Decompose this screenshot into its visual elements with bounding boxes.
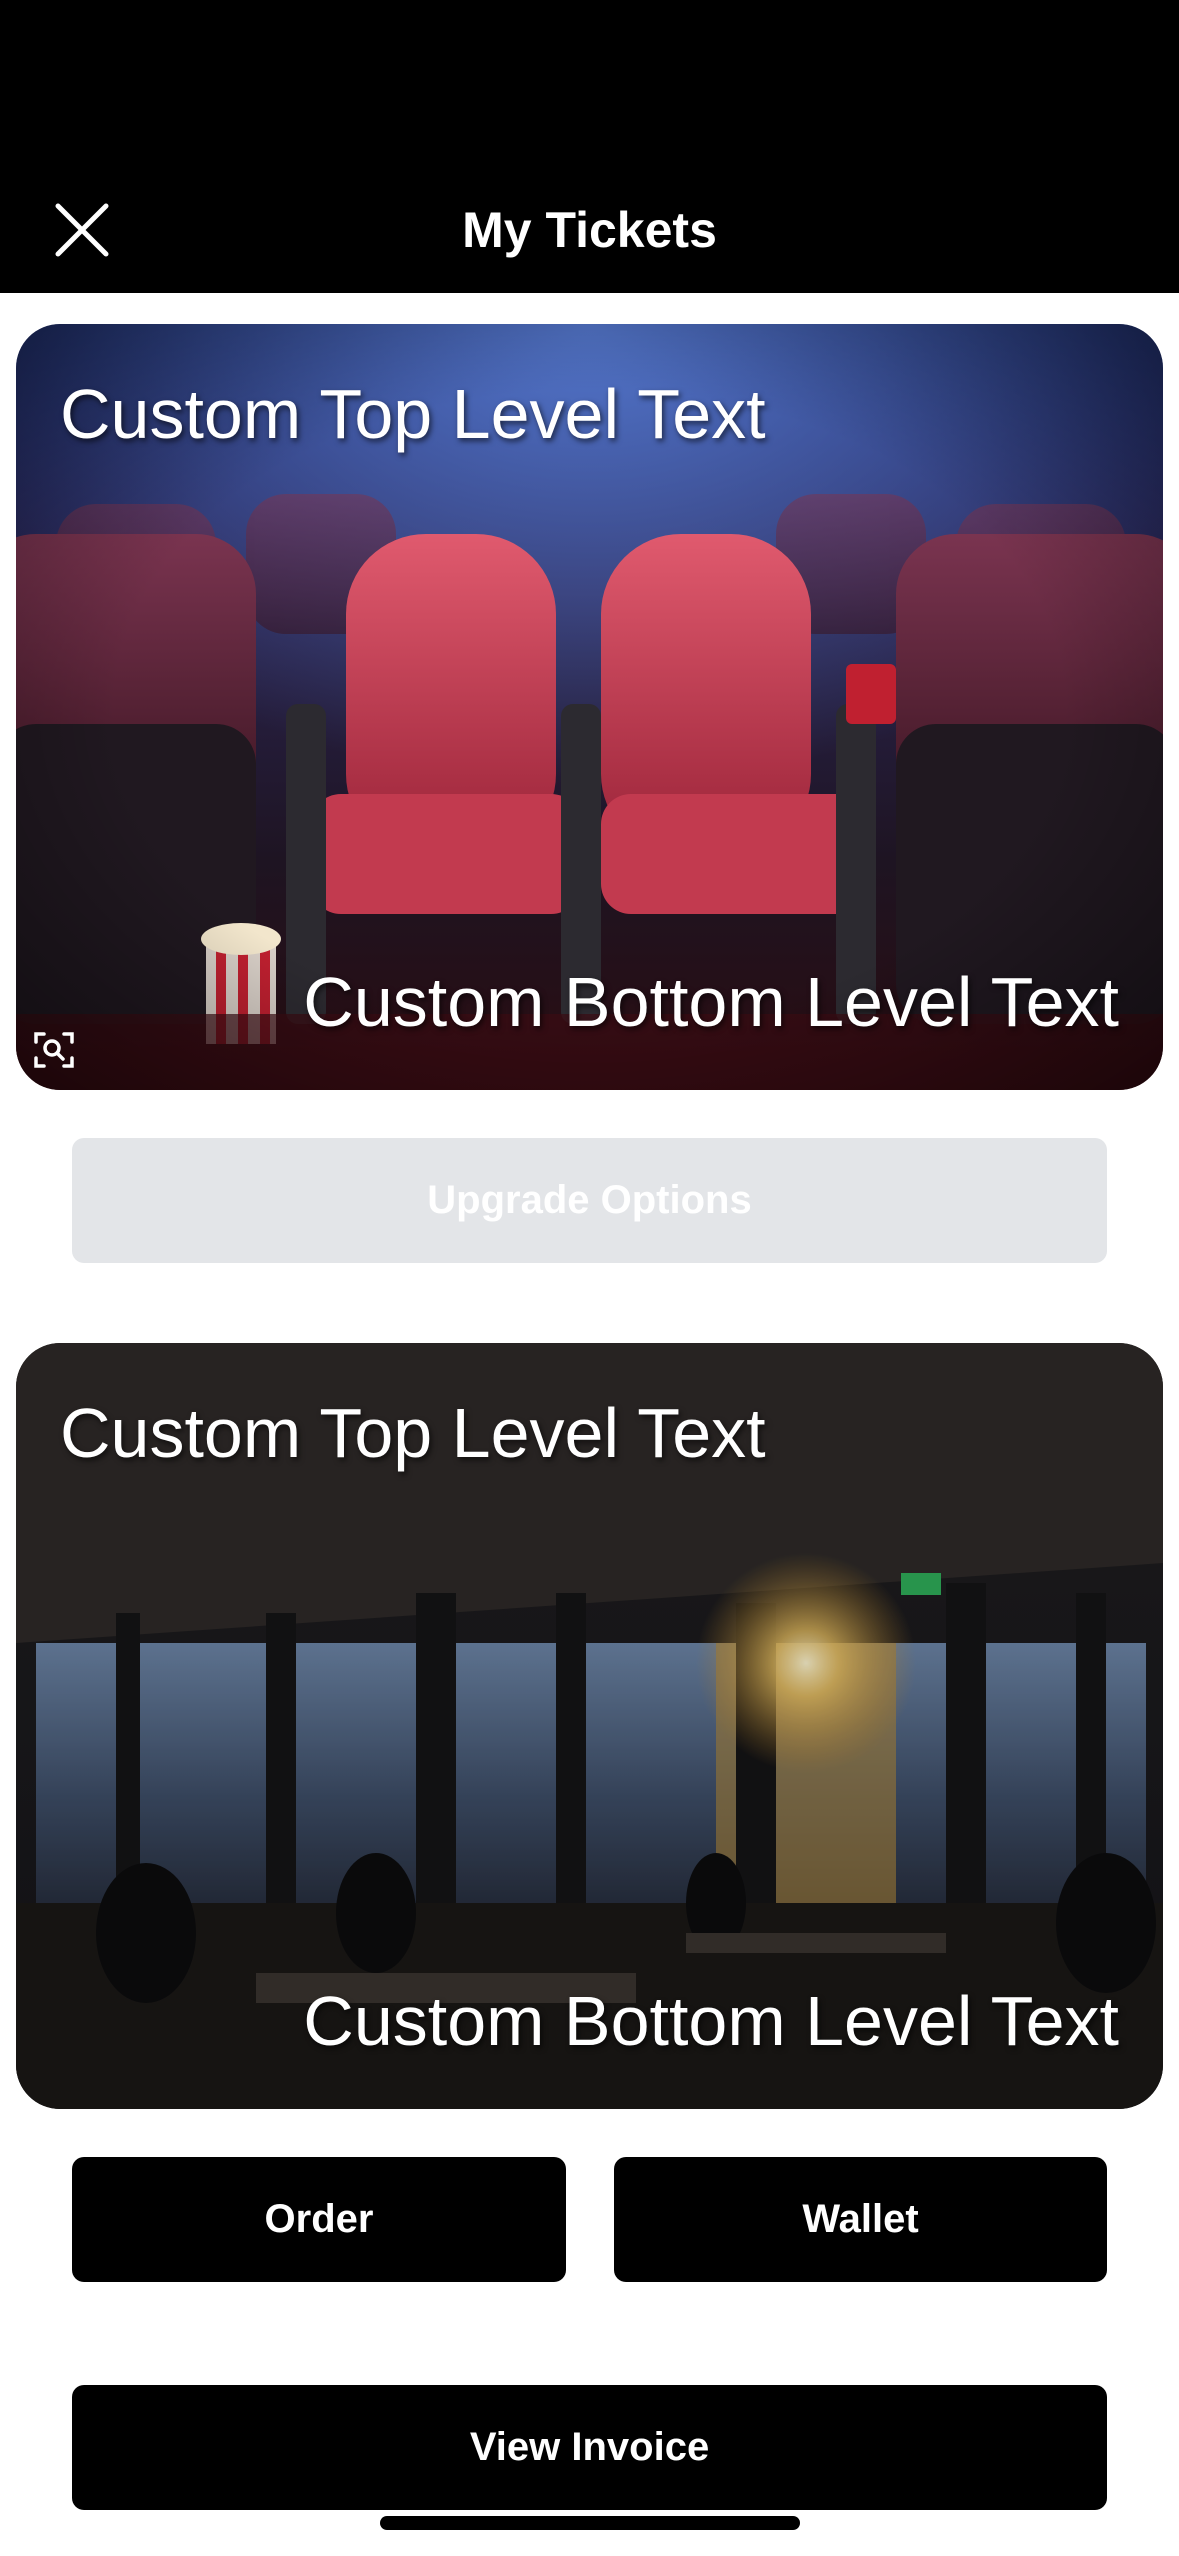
ticket-card-restaurant[interactable]: Custom Top Level Text Custom Bottom Leve… (16, 1343, 1163, 2109)
home-indicator[interactable] (380, 2516, 800, 2530)
wallet-button[interactable]: Wallet (614, 2157, 1107, 2282)
ticket-top-text: Custom Top Level Text (60, 375, 766, 453)
upgrade-options-button[interactable]: Upgrade Options (72, 1138, 1107, 1263)
ticket-top-text: Custom Top Level Text (60, 1394, 766, 1472)
ticket-card-cinema[interactable]: Custom Top Level Text Custom Bottom Leve… (16, 324, 1163, 1090)
page-title: My Tickets (462, 202, 717, 258)
order-button[interactable]: Order (72, 2157, 566, 2282)
view-invoice-button[interactable]: View Invoice (72, 2385, 1107, 2510)
header-bar: My Tickets (0, 0, 1179, 293)
ticket-bottom-text: Custom Bottom Level Text (303, 963, 1119, 1041)
ticket-bottom-text: Custom Bottom Level Text (303, 1982, 1119, 2060)
visual-lookup-icon[interactable] (30, 1026, 78, 1074)
